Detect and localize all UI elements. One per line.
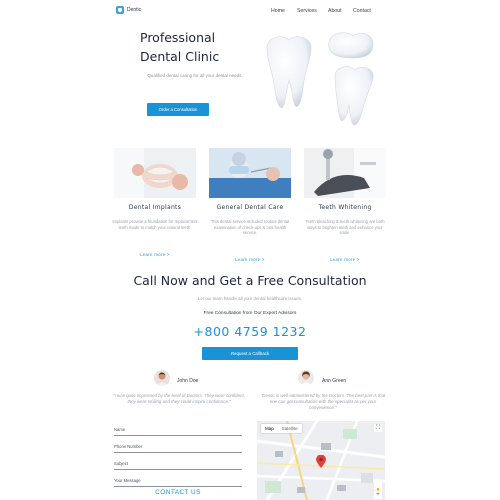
testimonial-name-john: John Doe xyxy=(177,378,199,384)
teeth-illustration xyxy=(266,32,374,126)
learn-more-link-whitening[interactable]: Learn more > xyxy=(320,257,370,262)
brand-logo[interactable]: Dentic xyxy=(116,6,141,14)
service-title-general-care: General Dental Care xyxy=(216,204,284,211)
general-dental-care-image xyxy=(209,148,291,198)
name-field-label: Name xyxy=(114,427,126,432)
molar-tooth-icon xyxy=(266,36,312,109)
root-tooth-icon xyxy=(334,66,374,126)
contact-us-button[interactable]: CONTACT US xyxy=(114,489,242,496)
name-field-underline xyxy=(114,435,242,436)
service-text-general-care: This dental service included routine den… xyxy=(210,219,290,236)
name-field[interactable]: Name xyxy=(114,427,242,444)
hero-subtitle: Qualified dental caring for all your den… xyxy=(147,73,243,78)
testimonial-name-ann: Ann Green xyxy=(322,378,347,384)
contact-form: Name Phone Number Subject Your Message xyxy=(114,427,242,492)
nav-about[interactable]: About xyxy=(328,8,342,14)
street-view-icon[interactable] xyxy=(374,482,382,494)
service-text-teeth-whitening: Teeth bleaching & teeth whitening are bo… xyxy=(305,219,385,236)
phone-number-field[interactable]: Phone Number xyxy=(114,444,242,461)
testimonial-text-ann: "Dentic is well-administered by the Doct… xyxy=(260,393,386,410)
consultation-subtitle: Let our team handle all your dental heal… xyxy=(197,296,303,301)
fullscreen-icon[interactable]: ⛶ xyxy=(374,424,382,432)
subject-field-label: Subject xyxy=(114,461,128,466)
learn-more-link-implants[interactable]: Learn more > xyxy=(130,252,180,257)
hero-title-line2: Dental Clinic xyxy=(140,49,220,64)
location-map[interactable]: Map Satellite ⛶ + xyxy=(257,421,385,500)
crown-tooth-icon xyxy=(328,32,374,59)
nav-services[interactable]: Services xyxy=(297,8,317,14)
zoom-in-icon[interactable]: + xyxy=(374,491,382,499)
map-tab-map[interactable]: Map xyxy=(261,424,278,433)
phone-number[interactable]: +800 4759 1232 xyxy=(150,324,350,339)
subject-field-underline xyxy=(114,469,242,470)
dental-implants-image xyxy=(114,148,196,198)
avatar-john-doe xyxy=(154,370,170,386)
message-field-underline xyxy=(114,486,242,487)
tooth-logo-icon xyxy=(116,6,124,14)
avatar-ann-green xyxy=(298,370,314,386)
map-tab-satellite[interactable]: Satellite xyxy=(278,424,302,433)
teeth-whitening-image xyxy=(304,148,386,198)
consultation-title: Call Now and Get a Free Consultation xyxy=(133,273,367,288)
nav-contact[interactable]: Contact xyxy=(353,8,371,14)
map-pin-icon[interactable] xyxy=(316,455,326,468)
phone-field-underline xyxy=(114,452,242,453)
service-title-dental-implants: Dental Implants xyxy=(128,204,182,211)
message-field-label: Your Message xyxy=(114,478,141,483)
testimonial-text-john: "I was quite impressed by the level of D… xyxy=(113,393,245,404)
advisors-text: Free Consultation from Our Expert Adviso… xyxy=(203,311,297,316)
hero-title: Professional Dental Clinic xyxy=(140,28,250,66)
learn-more-link-general-care[interactable]: Learn more > xyxy=(225,257,275,262)
service-text-dental-implants: Implants provide a foundation for replac… xyxy=(112,219,198,230)
nav-home[interactable]: Home xyxy=(271,8,285,14)
brand-name: Dentic xyxy=(127,7,142,13)
request-callback-button[interactable]: Request a Callback xyxy=(202,347,298,360)
service-title-teeth-whitening: Teeth Whitening xyxy=(318,204,372,211)
map-type-control: Map Satellite xyxy=(261,424,302,433)
hero-title-line1: Professional xyxy=(140,30,216,45)
phone-field-label: Phone Number xyxy=(114,444,143,449)
order-consultation-button[interactable]: Order a Consultation xyxy=(147,103,209,116)
subject-field[interactable]: Subject xyxy=(114,461,242,478)
